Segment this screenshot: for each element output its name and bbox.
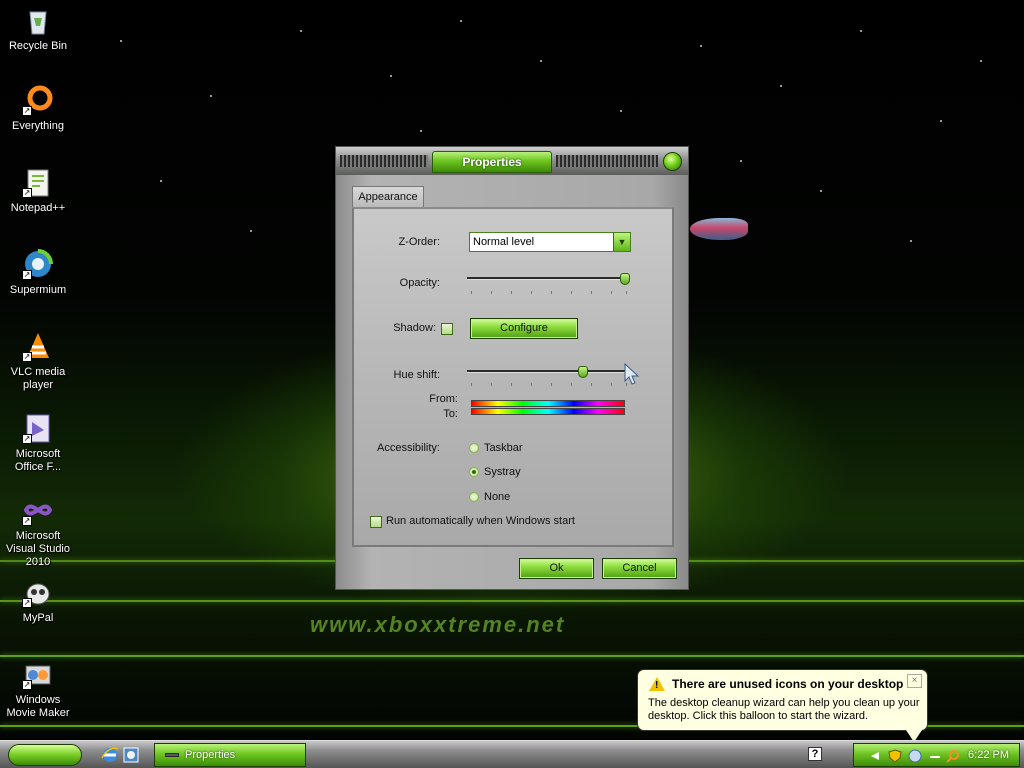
tab-appearance[interactable]: Appearance <box>352 186 424 208</box>
show-desktop-icon[interactable] <box>122 746 140 764</box>
dialog-title: Properties <box>432 151 552 173</box>
opacity-label: Opacity: <box>399 277 440 289</box>
mypal-icon: ↗ <box>22 576 54 608</box>
help-icon[interactable]: ? <box>808 747 822 761</box>
autorun-label: Run automatically when Windows start <box>386 515 575 527</box>
balloon-title: There are unused icons on your desktop <box>672 677 904 691</box>
balloon-body: The desktop cleanup wizard can help you … <box>648 697 920 722</box>
radio-taskbar[interactable] <box>469 443 479 453</box>
desktop-icon-mypal[interactable]: ↗ MyPal <box>0 576 76 625</box>
desktop-icon-label: Microsoft Visual Studio 2010 <box>5 530 70 568</box>
desktop-icon-vlc[interactable]: ↗ VLC media player <box>0 330 76 392</box>
desktop-icon-label: Supermium <box>9 284 67 296</box>
radio-systray[interactable] <box>469 467 479 477</box>
supermium-icon: ↗ <box>22 248 54 280</box>
hue-slider-track[interactable] <box>467 370 629 373</box>
office-icon: ↗ <box>22 412 54 444</box>
desktop-icon-label: Notepad++ <box>10 202 66 214</box>
close-icon[interactable]: × <box>907 674 922 688</box>
security-shield-icon[interactable] <box>888 749 902 763</box>
desktop-icon-label: Windows Movie Maker <box>6 694 70 719</box>
tray-minus-icon[interactable] <box>928 749 942 763</box>
taskbar-item-properties[interactable]: Properties <box>154 743 306 767</box>
desktop-icon-notepadpp[interactable]: ↗ Notepad++ <box>0 166 76 215</box>
radio-none-label: None <box>484 491 511 503</box>
desktop-icon-label: VLC media player <box>10 366 66 391</box>
desktop-icon-supermium[interactable]: ↗ Supermium <box>0 248 76 297</box>
radio-none[interactable] <box>469 492 479 502</box>
hue-slider-thumb[interactable] <box>578 366 588 378</box>
opacity-slider-track[interactable] <box>467 277 629 280</box>
system-tray: 6:22 PM <box>853 743 1020 767</box>
zorder-select[interactable]: Normal level ▼ <box>469 232 631 252</box>
hue-from-bar <box>471 400 625 407</box>
chevron-down-icon[interactable]: ▼ <box>613 233 630 251</box>
taskbar: Properties ? 6:22 PM <box>0 740 1024 768</box>
hue-to-bar <box>471 408 625 415</box>
dialog-titlebar[interactable]: Properties <box>336 147 688 175</box>
appearance-panel: Z-Order: Normal level ▼ Opacity: Shadow:… <box>352 207 674 547</box>
desktop-icon-label: Everything <box>12 120 64 132</box>
tray-arrow-icon[interactable] <box>868 749 882 763</box>
network-icon[interactable] <box>908 749 922 763</box>
start-button[interactable] <box>8 744 82 766</box>
notepad-plus-plus-icon: ↗ <box>22 166 54 198</box>
hue-to-label: To: <box>443 408 458 420</box>
mouse-cursor-icon <box>624 362 640 388</box>
warning-mark: ! <box>655 680 659 691</box>
everything-icon: ↗ <box>22 84 54 116</box>
accessibility-label: Accessibility: <box>377 442 440 454</box>
desktop-icon-label: Recycle Bin <box>8 40 68 52</box>
close-orb-icon[interactable] <box>663 152 682 171</box>
taskbar-item-label: Properties <box>185 749 236 761</box>
search-icon[interactable] <box>946 749 960 763</box>
hue-from-label: From: <box>429 393 458 405</box>
wallpaper-watermark: www.xboxxtreme.net <box>310 612 566 637</box>
movie-maker-icon: ↗ <box>22 658 54 690</box>
zorder-label: Z-Order: <box>398 236 440 248</box>
titlebar-grill-right <box>556 155 658 167</box>
desktop-icon-movie-maker[interactable]: ↗ Windows Movie Maker <box>0 658 76 720</box>
vlc-icon: ↗ <box>22 330 54 362</box>
radio-taskbar-label: Taskbar <box>484 442 523 454</box>
radio-systray-label: Systray <box>484 466 521 478</box>
hue-shift-label: Hue shift: <box>393 369 440 381</box>
opacity-slider-thumb[interactable] <box>620 273 630 285</box>
desktop-icon-label: Microsoft Office F... <box>14 448 62 473</box>
desktop-icon-everything[interactable]: ↗ Everything <box>0 84 76 133</box>
desktop-icon-label: MyPal <box>22 612 54 624</box>
recycle-bin-icon <box>22 4 54 36</box>
properties-dialog: Properties Appearance Z-Order: Normal le… <box>335 146 689 590</box>
internet-explorer-icon[interactable] <box>101 746 119 764</box>
shadow-label: Shadow: <box>393 322 436 334</box>
visual-studio-icon: ↗ <box>22 494 54 526</box>
ok-button[interactable]: Ok <box>519 558 594 579</box>
autorun-checkbox[interactable] <box>370 516 382 528</box>
window-icon <box>165 753 179 757</box>
cleanup-balloon[interactable]: ! There are unused icons on your desktop… <box>637 669 928 742</box>
zorder-value: Normal level <box>473 236 535 248</box>
titlebar-grill-left <box>340 155 428 167</box>
cancel-button[interactable]: Cancel <box>602 558 677 579</box>
shadow-checkbox[interactable] <box>441 323 453 335</box>
desktop-icon-office[interactable]: ↗ Microsoft Office F... <box>0 412 76 474</box>
desktop-icon-visual-studio[interactable]: ↗ Microsoft Visual Studio 2010 <box>0 494 76 569</box>
fish-decoration <box>690 218 748 240</box>
clock[interactable]: 6:22 PM <box>968 744 1009 766</box>
configure-button[interactable]: Configure <box>470 318 578 339</box>
desktop-icon-recycle-bin[interactable]: Recycle Bin <box>0 4 76 53</box>
